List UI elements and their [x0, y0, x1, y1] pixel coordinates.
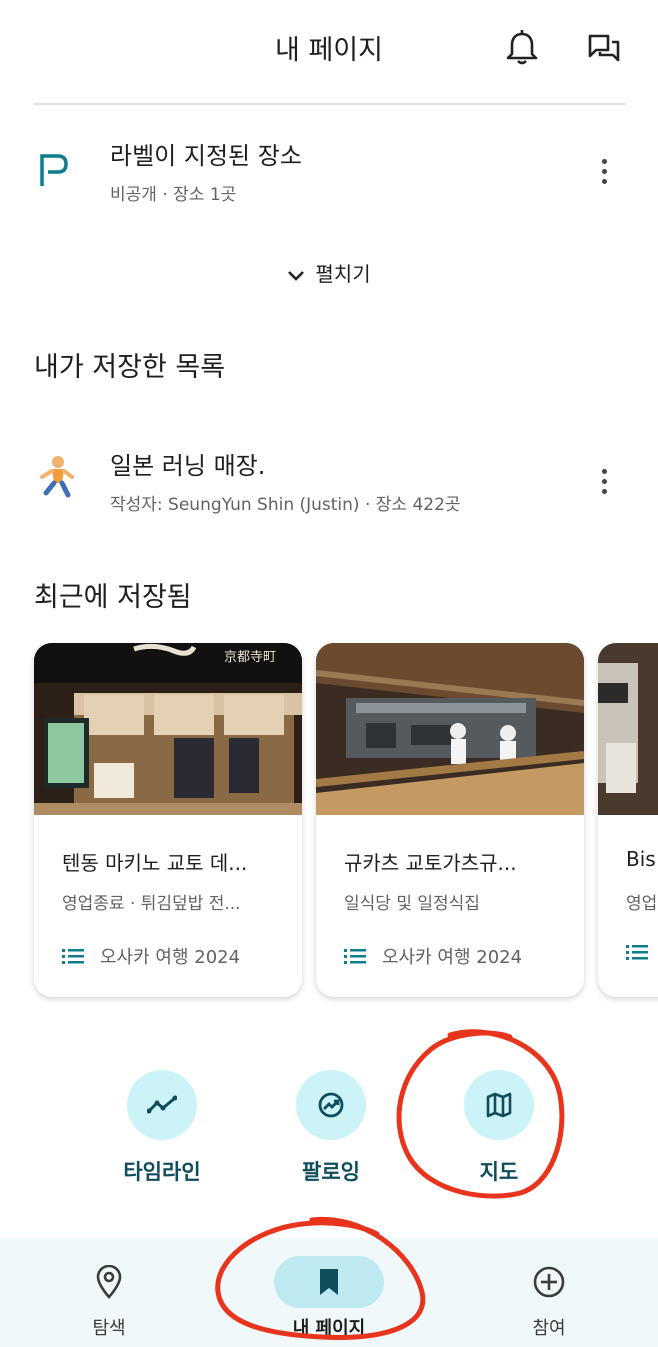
- nav-explore[interactable]: 탐색: [29, 1238, 189, 1340]
- notifications-bell-icon[interactable]: [504, 28, 540, 68]
- place-card[interactable]: 京都寺町 텐동 마키노 교토 데... 영업종료 · 튀김덮밥 전... 오사카…: [34, 643, 302, 997]
- expand-button[interactable]: 펼치기: [0, 258, 658, 288]
- header-divider: [34, 103, 626, 105]
- nav-contribute-label: 참여: [532, 1318, 566, 1339]
- place-card-title: 텐동 마키노 교토 데...: [62, 851, 248, 875]
- shop-sign-text: 京都寺町: [224, 650, 276, 665]
- more-options-icon[interactable]: [592, 466, 616, 502]
- runner-emoji-icon: [36, 455, 76, 499]
- following-icon: [296, 1070, 366, 1140]
- saved-list-item[interactable]: 일본 러닝 매장. 작성자: SeungYun Shin (Justin) · …: [0, 440, 658, 530]
- saved-lists-heading: 내가 저장한 목록: [34, 352, 226, 383]
- map-label: 지도: [479, 1160, 519, 1184]
- labeled-places-title: 라벨이 지정된 장소: [110, 142, 302, 170]
- place-card-list: [626, 943, 658, 965]
- place-photo: [316, 643, 584, 815]
- messages-icon[interactable]: [586, 30, 622, 66]
- location-pin-icon: [54, 1256, 164, 1308]
- bottom-navigation: 탐색 내 페이지 참여: [0, 1238, 658, 1347]
- timeline-button[interactable]: 타임라인: [92, 1070, 232, 1186]
- nav-contribute[interactable]: 참여: [469, 1238, 629, 1340]
- map-icon: [464, 1070, 534, 1140]
- nav-explore-label: 탐색: [92, 1318, 126, 1339]
- add-circle-icon: [494, 1256, 604, 1308]
- place-card-subtitle: 일식당 및 일정식집: [344, 894, 480, 914]
- timeline-icon: [127, 1070, 197, 1140]
- expand-label: 펼치기: [315, 262, 371, 286]
- saved-list-subtitle: 작성자: SeungYun Shin (Justin) · 장소 422곳: [110, 495, 461, 515]
- map-button[interactable]: 지도: [429, 1070, 569, 1186]
- quick-actions: 타임라인 팔로잉 지도: [0, 1070, 658, 1190]
- place-card-list: 오사카 여행 2024: [344, 943, 522, 969]
- list-icon: [62, 948, 84, 969]
- following-label: 팔로잉: [302, 1160, 360, 1184]
- nav-my-page[interactable]: 내 페이지: [249, 1238, 409, 1340]
- timeline-label: 타임라인: [123, 1160, 201, 1184]
- labeled-places-subtitle: 비공개 · 장소 1곳: [110, 185, 237, 205]
- top-bar: 내 페이지: [0, 0, 658, 100]
- list-icon: [626, 944, 648, 965]
- place-photo: 京都寺町: [34, 643, 302, 815]
- nav-my-page-label: 내 페이지: [292, 1318, 366, 1339]
- place-card-title: 규카츠 교토가츠규...: [344, 851, 517, 875]
- page-title: 내 페이지: [275, 35, 383, 66]
- recent-cards-carousel[interactable]: 京都寺町 텐동 마키노 교토 데... 영업종료 · 튀김덮밥 전... 오사카…: [0, 643, 658, 1003]
- labeled-places-row[interactable]: 라벨이 지정된 장소 비공개 · 장소 1곳: [0, 130, 658, 220]
- recent-saved-heading: 최근에 저장됨: [34, 582, 192, 613]
- more-options-icon[interactable]: [592, 156, 616, 192]
- place-card-list: 오사카 여행 2024: [62, 943, 240, 969]
- place-card-list-name: 오사카 여행 2024: [382, 947, 523, 968]
- place-card[interactable]: 규카츠 교토가츠규... 일식당 및 일정식집 오사카 여행 2024: [316, 643, 584, 997]
- place-card-subtitle: 영업종료 · 튀김덮밥 전...: [62, 894, 241, 914]
- bookmark-icon: [274, 1256, 384, 1308]
- list-icon: [344, 948, 366, 969]
- place-card[interactable]: Bis 영업: [598, 643, 658, 997]
- place-card-title: Bis: [626, 847, 656, 871]
- chevron-down-icon: [287, 264, 305, 288]
- place-photo: [598, 643, 658, 815]
- place-card-subtitle: 영업: [626, 894, 658, 914]
- following-button[interactable]: 팔로잉: [261, 1070, 401, 1186]
- place-card-list-name: 오사카 여행 2024: [100, 947, 241, 968]
- saved-list-title: 일본 러닝 매장.: [110, 452, 266, 480]
- label-flag-icon: [34, 150, 74, 194]
